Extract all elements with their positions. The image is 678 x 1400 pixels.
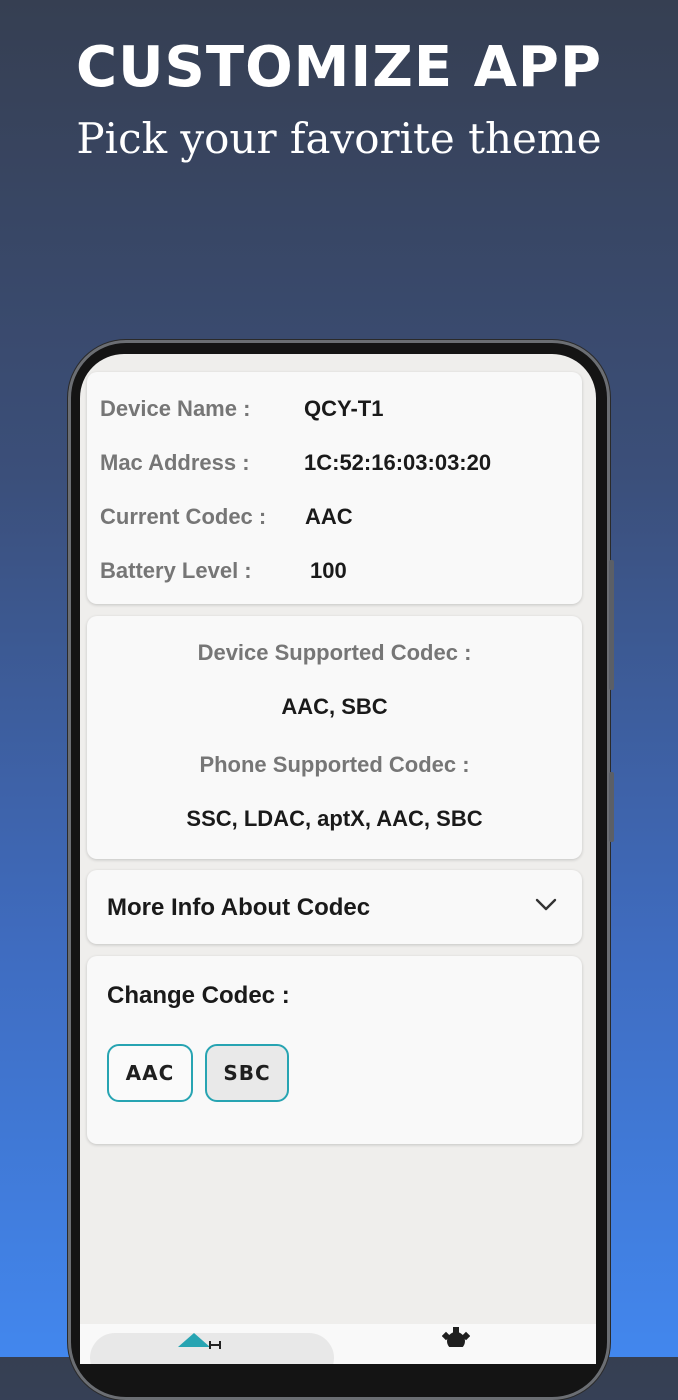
info-row-device-name: Device Name : QCY-T1	[100, 394, 580, 424]
info-label: Device Name :	[100, 396, 251, 421]
info-value: AAC	[305, 504, 353, 529]
gear-icon[interactable]	[442, 1327, 470, 1347]
chevron-down-icon[interactable]	[534, 897, 558, 913]
info-row-mac-address: Mac Address : 1C:52:16:03:03:20	[100, 448, 580, 478]
info-row-battery-level: Battery Level : 100	[100, 556, 580, 586]
phone-volume-button	[609, 560, 614, 690]
home-icon	[178, 1333, 210, 1347]
bottom-nav	[80, 1324, 596, 1364]
info-value: QCY-T1	[304, 396, 384, 421]
phone-supported-codec-label: Phone Supported Codec :	[199, 752, 470, 777]
device-supported-codec-label: Device Supported Codec :	[197, 640, 472, 665]
device-supported-codec-value: AAC, SBC	[281, 694, 388, 719]
supported-codec-card: Device Supported Codec : AAC, SBC Phone …	[87, 616, 582, 859]
info-value: 1C:52:16:03:03:20	[304, 450, 492, 475]
change-codec-card: Change Codec : AAC SBC	[87, 956, 582, 1144]
promo-title: CUSTOMIZE APP	[75, 35, 603, 100]
change-codec-title: Change Codec :	[107, 982, 290, 1009]
more-info-codec-row[interactable]: More Info About Codec	[87, 870, 582, 944]
codec-option-aac[interactable]: AAC	[107, 1044, 193, 1102]
info-label: Battery Level :	[100, 558, 252, 583]
promo-subtitle: Pick your favorite theme	[76, 114, 602, 163]
info-row-current-codec: Current Codec : AAC	[100, 502, 580, 532]
device-info-card: Device Name : QCY-T1 Mac Address : 1C:52…	[87, 372, 582, 604]
more-info-codec-label: More Info About Codec	[107, 894, 371, 921]
phone-supported-codec-value: SSC, LDAC, aptX, AAC, SBC	[186, 806, 483, 831]
app-screen: Device Name : QCY-T1 Mac Address : 1C:52…	[80, 354, 596, 1364]
info-label: Current Codec :	[100, 504, 267, 529]
codec-option-sbc[interactable]: SBC	[205, 1044, 289, 1102]
info-label: Mac Address :	[100, 450, 250, 475]
info-value: 100	[310, 558, 347, 583]
phone-power-button	[609, 772, 614, 842]
nav-home-tab[interactable]	[90, 1333, 334, 1364]
nav-label-fragment-icon	[209, 1341, 221, 1349]
